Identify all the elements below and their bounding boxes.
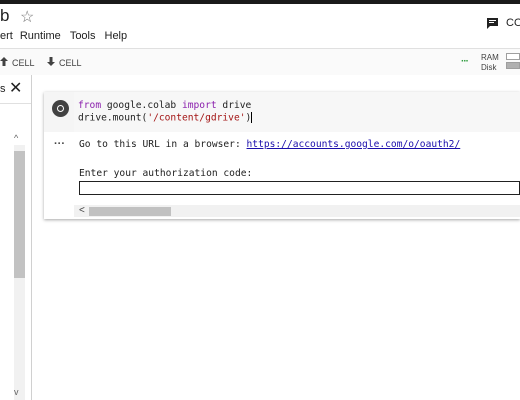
move-cell-down-button[interactable]: CELL bbox=[47, 57, 82, 68]
ram-usage-bar bbox=[506, 53, 520, 60]
window-top-border bbox=[0, 0, 520, 4]
menu-item-help[interactable]: Help bbox=[105, 30, 128, 42]
side-panel-divider bbox=[0, 103, 31, 104]
auth-code-label: Enter your authorization code: bbox=[79, 168, 253, 179]
ram-label: RAM bbox=[481, 53, 499, 62]
comment-label: CO bbox=[506, 17, 520, 29]
output-scroll-thumb[interactable] bbox=[89, 207, 171, 216]
side-panel-scroll-thumb[interactable] bbox=[14, 151, 25, 278]
close-icon[interactable]: ✕ bbox=[9, 78, 22, 98]
code-cell[interactable]: from google.colab import drive drive.mou… bbox=[44, 92, 520, 219]
move-cell-up-button[interactable]: CELL bbox=[0, 57, 35, 68]
toolbar: CELL CELL ··· RAM Disk bbox=[0, 48, 520, 76]
connected-status-icon: ··· bbox=[461, 56, 469, 67]
menu-item-tools[interactable]: Tools bbox=[70, 30, 96, 42]
scroll-up-icon[interactable]: ^ bbox=[14, 133, 18, 143]
menu-item-insert[interactable]: ert bbox=[0, 30, 13, 42]
comment-button[interactable]: CO bbox=[486, 17, 520, 29]
disk-usage-bar bbox=[506, 62, 520, 69]
arrow-up-icon bbox=[0, 57, 8, 68]
code-keyword-import: import bbox=[181, 100, 217, 111]
scroll-down-icon[interactable]: v bbox=[14, 387, 19, 397]
move-cell-up-label: CELL bbox=[12, 57, 35, 68]
disk-label: Disk bbox=[481, 63, 497, 72]
code-string: '/content/gdrive' bbox=[147, 112, 246, 124]
run-cell-button[interactable] bbox=[52, 100, 69, 117]
menu-item-runtime[interactable]: Runtime bbox=[20, 30, 61, 42]
output-menu-icon[interactable]: ··· bbox=[54, 138, 65, 150]
output-prefix: Go to this URL in a browser: bbox=[79, 139, 247, 150]
code-call: drive.mount( bbox=[78, 112, 148, 124]
text-cursor bbox=[251, 112, 253, 123]
auth-code-input[interactable] bbox=[79, 181, 520, 195]
auth-url-link[interactable]: https://accounts.google.com/o/oauth2/ bbox=[247, 139, 461, 150]
notebook-title[interactable]: b bbox=[0, 6, 9, 26]
code-keyword-from: from bbox=[78, 100, 102, 111]
cell-gutter bbox=[44, 92, 74, 132]
side-panel: s ✕ ^ v bbox=[0, 75, 32, 400]
resource-monitor[interactable]: RAM Disk bbox=[481, 53, 499, 73]
star-icon[interactable]: ☆ bbox=[20, 7, 34, 27]
menu-bar: ert Runtime Tools Help bbox=[0, 30, 136, 42]
stop-icon bbox=[57, 105, 64, 112]
side-panel-heading: s bbox=[0, 83, 6, 95]
code-module: google.colab bbox=[101, 100, 182, 111]
move-cell-down-label: CELL bbox=[59, 57, 82, 68]
code-import-name: drive bbox=[216, 100, 252, 111]
code-text[interactable]: from google.colab import drive drive.mou… bbox=[78, 100, 253, 125]
scroll-left-icon[interactable]: < bbox=[79, 205, 85, 216]
arrow-down-icon bbox=[47, 57, 55, 68]
comment-icon bbox=[486, 17, 499, 29]
output-line: Go to this URL in a browser: https://acc… bbox=[79, 139, 460, 150]
